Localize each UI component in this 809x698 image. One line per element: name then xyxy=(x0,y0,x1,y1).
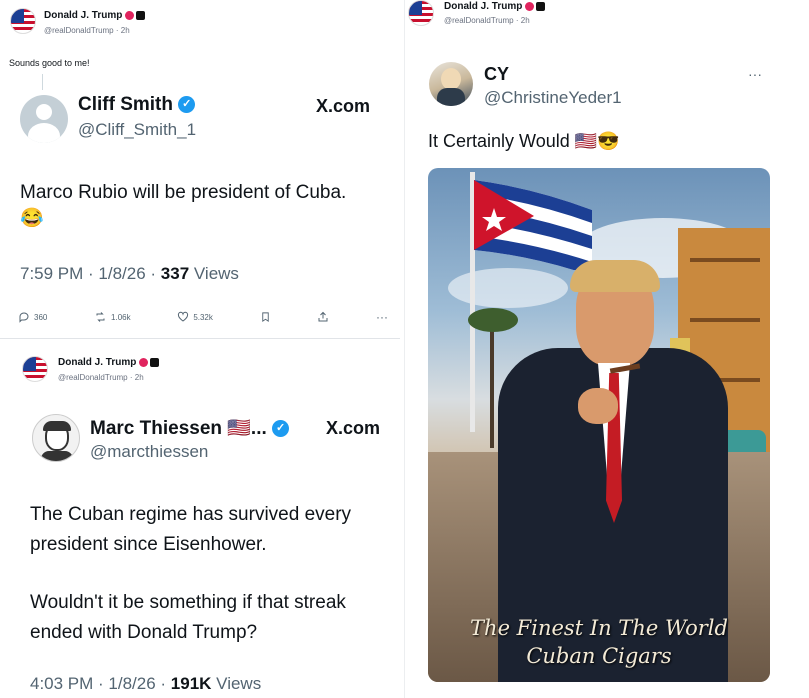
marc-handle: @marcthiessen xyxy=(90,442,209,461)
marc-name[interactable]: Marc Thiessen 🇺🇸... ✓ xyxy=(90,416,290,440)
marc-avatar[interactable] xyxy=(32,414,80,462)
like-icon xyxy=(178,311,189,322)
verified-badge-icon xyxy=(525,1,535,11)
verified-check-icon: ✓ xyxy=(178,96,196,114)
action-bar: 360 1.06k 5.32k ··· xyxy=(18,310,388,324)
cy-tweet-text: It Certainly Would 🇺🇸😎 xyxy=(428,131,620,151)
bookmark-icon xyxy=(261,312,269,322)
account-badge-icon xyxy=(136,10,146,20)
tweet-photo[interactable]: The Finest In The World Cuban Cigars xyxy=(428,168,770,682)
post3-author[interactable]: Donald J. Trump xyxy=(444,1,546,12)
column-divider xyxy=(404,0,405,698)
more-icon[interactable]: ··· xyxy=(748,66,762,82)
post1-handle-time: @realDonaldTrump · 2h xyxy=(44,26,130,35)
more-icon[interactable]: ··· xyxy=(376,310,388,324)
cliff-name[interactable]: Cliff Smith ✓ xyxy=(78,94,196,116)
post2-author[interactable]: Donald J. Trump xyxy=(58,357,160,368)
cy-avatar[interactable] xyxy=(429,62,473,106)
marc-tweet-text-1: The Cuban regime has survived every pres… xyxy=(30,504,352,555)
like-button[interactable]: 5.32k xyxy=(177,311,213,323)
verified-check-icon: ✓ xyxy=(272,420,290,438)
source-label: X.com xyxy=(316,96,371,116)
verified-badge-icon xyxy=(139,357,149,367)
post1-author[interactable]: Donald J. Trump xyxy=(44,10,146,21)
post2-handle-time: @realDonaldTrump · 2h xyxy=(58,373,144,382)
photo-caption-line1: The Finest In The World xyxy=(470,616,728,640)
trump-avatar[interactable] xyxy=(22,356,48,382)
cliff-tweet-meta: 7:59 PM · 1/8/26 · 337 Views xyxy=(20,264,239,283)
repost-button[interactable]: 1.06k xyxy=(94,311,131,323)
trump-avatar[interactable] xyxy=(408,0,434,26)
bookmark-button[interactable] xyxy=(260,311,271,323)
cliff-avatar[interactable] xyxy=(20,95,68,143)
reply-button[interactable]: 360 xyxy=(18,311,47,323)
cliff-handle: @Cliff_Smith_1 xyxy=(78,120,197,139)
post1-caption: Sounds good to me! xyxy=(9,58,90,68)
repost-icon xyxy=(96,312,105,322)
thread-line xyxy=(42,74,43,90)
cliff-tweet-text: Marco Rubio will be president of Cuba. 😂 xyxy=(20,182,347,229)
post3-handle-time: @realDonaldTrump · 2h xyxy=(444,16,530,25)
cy-handle: @ChristineYeder1 xyxy=(484,88,622,107)
cuban-flag-image xyxy=(474,180,592,270)
account-badge-icon xyxy=(536,1,546,11)
cy-name[interactable]: CY xyxy=(484,64,509,85)
trump-avatar[interactable] xyxy=(10,8,36,34)
source-label: X.com xyxy=(326,418,381,438)
reply-icon xyxy=(19,312,29,323)
verified-badge-icon xyxy=(125,10,135,20)
marc-tweet-meta: 4:03 PM · 1/8/26 · 191K Views xyxy=(30,674,262,693)
marc-tweet-text-2: Wouldn't it be something if that streak … xyxy=(30,592,346,643)
share-icon xyxy=(318,311,328,322)
account-badge-icon xyxy=(150,357,160,367)
photo-caption-line2: Cuban Cigars xyxy=(526,644,672,668)
post-divider xyxy=(0,338,400,339)
share-button[interactable] xyxy=(317,311,329,323)
